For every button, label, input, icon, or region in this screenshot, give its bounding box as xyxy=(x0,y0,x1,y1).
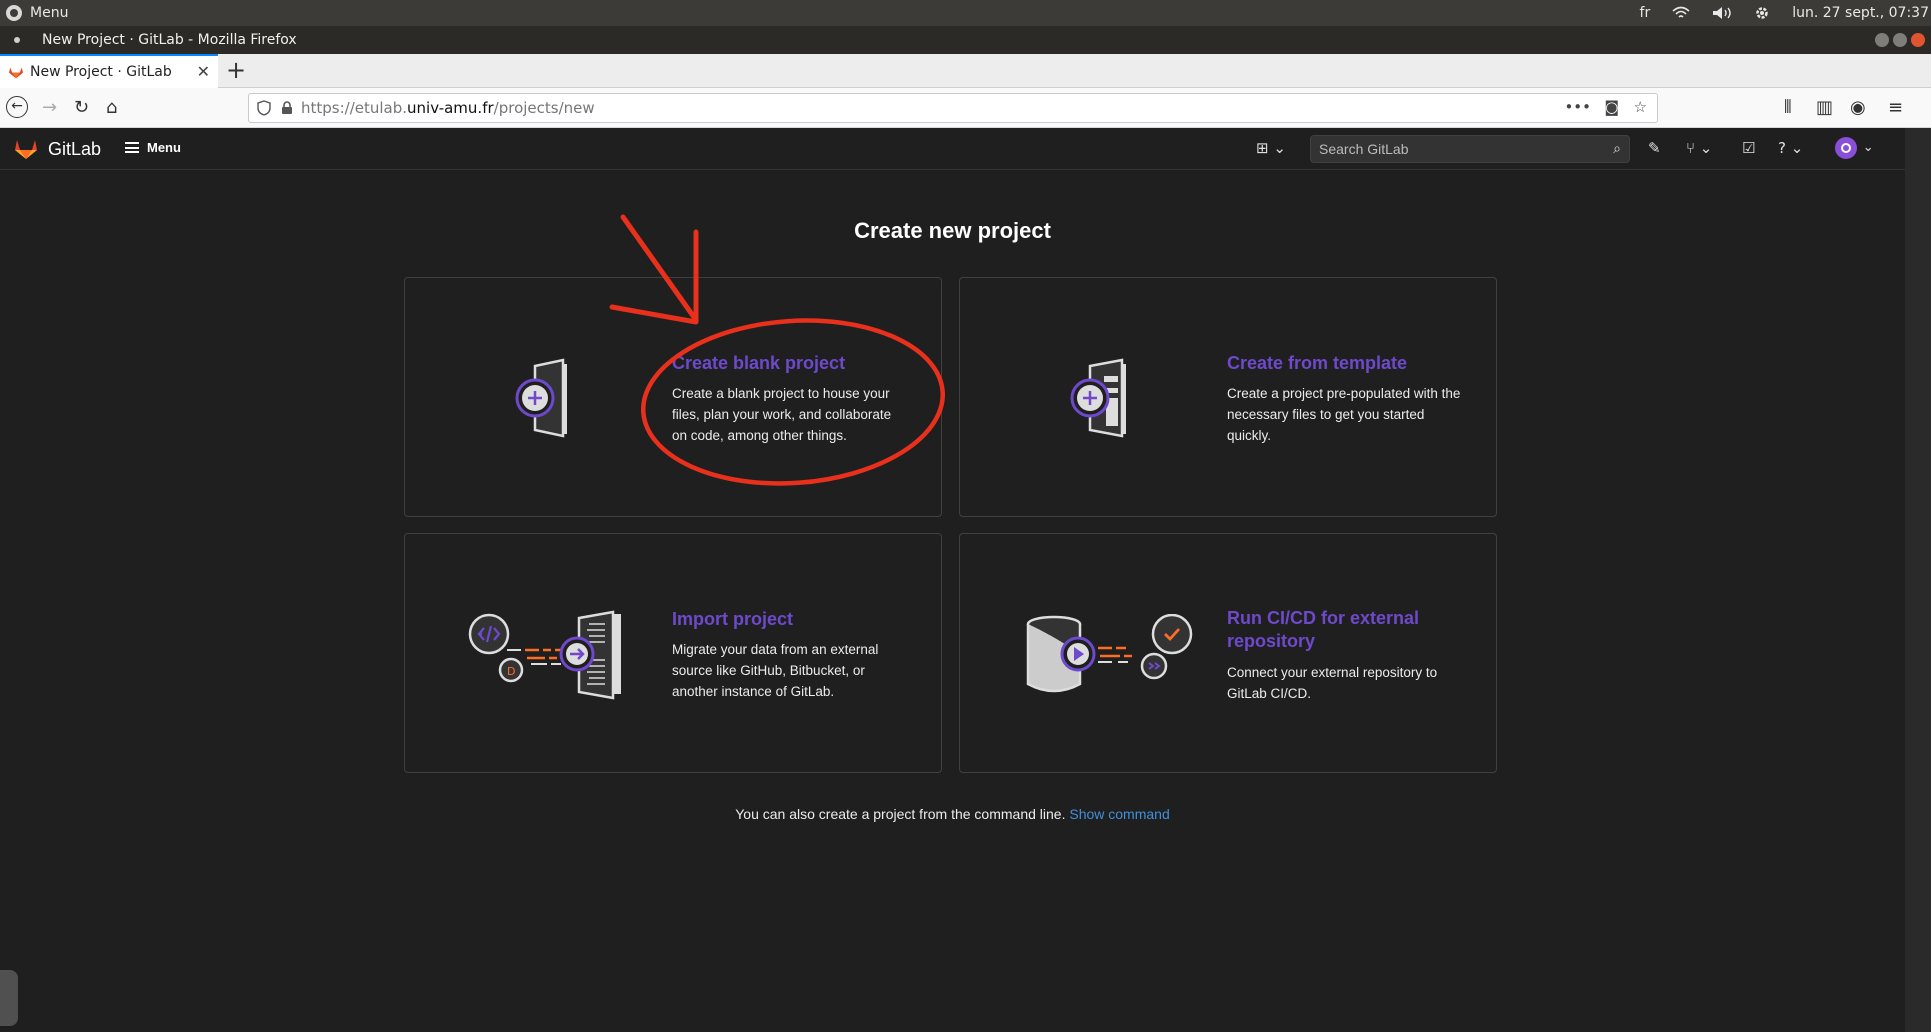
keyboard-layout-indicator[interactable]: fr xyxy=(1640,5,1651,21)
new-item-dropdown-icon[interactable]: ⊞ ⌄ xyxy=(1256,139,1286,157)
app-menu-icon[interactable]: ≡ xyxy=(1888,98,1903,118)
os-clock[interactable]: lun. 27 sept., 07:37 xyxy=(1792,5,1929,21)
template-project-icon xyxy=(1070,358,1126,438)
library-icon[interactable]: ⫴ xyxy=(1784,98,1792,118)
page-scrollbar[interactable] xyxy=(1905,128,1931,1032)
tab-close-icon[interactable]: ✕ xyxy=(197,62,210,81)
url-path: /projects/new xyxy=(493,99,595,117)
issues-icon[interactable]: ✎ xyxy=(1648,139,1661,157)
page-actions-icon[interactable]: ••• xyxy=(1564,98,1591,116)
bookmark-star-icon[interactable]: ☆ xyxy=(1634,98,1647,116)
gitlab-favicon-icon xyxy=(9,67,23,79)
merge-requests-icon[interactable]: ⑂ ⌄ xyxy=(1686,139,1712,157)
create-from-template-description: Create a project pre-populated with the … xyxy=(1227,386,1461,443)
command-line-text: You can also create a project from the c… xyxy=(735,806,1066,822)
svg-text:D: D xyxy=(507,665,515,678)
page-title: Create new project xyxy=(854,218,1051,243)
blank-project-icon xyxy=(515,358,567,438)
todos-icon[interactable]: ☑ xyxy=(1742,139,1755,157)
create-blank-project-title[interactable]: Create blank project xyxy=(672,352,845,375)
window-title-bar: New Project · GitLab - Mozilla Firefox xyxy=(0,26,1931,54)
url-bar[interactable]: https://etulab. univ-amu.fr/projects/new … xyxy=(248,93,1658,123)
maximize-button[interactable] xyxy=(1893,33,1907,47)
show-command-link[interactable]: Show command xyxy=(1069,806,1169,822)
search-icon: ⌕ xyxy=(1613,140,1621,156)
gitlab-search-input[interactable]: Search GitLab ⌕ xyxy=(1310,135,1630,163)
gitlab-menu-label: Menu xyxy=(147,140,181,155)
os-status-area: fr lun. 27 sept., 07:37 xyxy=(1640,0,1931,26)
window-menu-dot-icon[interactable] xyxy=(14,37,20,43)
minimize-button[interactable] xyxy=(1875,33,1889,47)
run-cicd-external-description: Connect your external repository to GitL… xyxy=(1227,665,1438,701)
import-project-title[interactable]: Import project xyxy=(672,608,793,631)
tab-gitlab-new-project[interactable]: New Project · GitLab ✕ xyxy=(0,54,218,88)
gitlab-home-link[interactable]: GitLab xyxy=(14,138,101,160)
create-from-template-card[interactable]: Create from template Create a project pr… xyxy=(959,277,1497,517)
tab-title: New Project · GitLab xyxy=(30,64,172,80)
tracking-shield-icon[interactable] xyxy=(257,100,271,116)
create-from-template-title[interactable]: Create from template xyxy=(1227,352,1407,375)
pocket-icon[interactable]: ◙ xyxy=(1604,98,1619,116)
gitlab-logo-icon xyxy=(15,140,37,159)
search-placeholder: Search GitLab xyxy=(1319,141,1409,157)
wifi-icon[interactable] xyxy=(1672,6,1690,20)
navigation-toolbar: ← → ↻ ⌂ https://etulab. univ-amu.fr/proje… xyxy=(0,88,1931,128)
cicd-external-icon xyxy=(1026,614,1193,693)
reload-button[interactable]: ↻ xyxy=(74,98,89,118)
url-host: univ-amu.fr xyxy=(407,99,494,117)
window-title: New Project · GitLab - Mozilla Firefox xyxy=(42,32,297,48)
gitlab-header: GitLab Menu ⊞ ⌄ Search GitLab ⌕ ✎ ⑂ ⌄ ☑ … xyxy=(0,128,1905,170)
os-top-bar: Menu fr lun. 27 sept., 07:37 xyxy=(0,0,1931,26)
os-menu-label[interactable]: Menu xyxy=(30,5,68,21)
hamburger-icon xyxy=(125,142,139,153)
sidebar-icon[interactable]: ▥ xyxy=(1816,98,1833,118)
import-project-icon: D xyxy=(468,610,621,700)
os-menu-icon[interactable] xyxy=(6,5,22,21)
back-button[interactable]: ← xyxy=(6,96,28,118)
new-tab-button[interactable]: + xyxy=(226,56,246,84)
settings-gear-icon[interactable] xyxy=(1754,5,1770,21)
import-project-description: Migrate your data from an external sourc… xyxy=(672,642,879,699)
dock-handle[interactable] xyxy=(0,970,18,1026)
gitlab-menu-button[interactable]: Menu xyxy=(125,140,181,155)
create-blank-project-card[interactable]: Create blank project Create a blank proj… xyxy=(404,277,942,517)
help-icon[interactable]: ? ⌄ xyxy=(1778,139,1803,157)
forward-button[interactable]: → xyxy=(42,98,57,118)
window-controls xyxy=(1875,33,1925,47)
tab-strip: New Project · GitLab ✕ + xyxy=(0,54,1931,88)
url-prefix: https://etulab. xyxy=(301,99,408,117)
import-project-card[interactable]: D Import project Migrate your data from … xyxy=(404,533,942,773)
padlock-icon[interactable] xyxy=(281,101,293,115)
avatar-icon xyxy=(1835,137,1857,159)
command-line-hint: You can also create a project from the c… xyxy=(0,806,1905,822)
user-avatar[interactable]: ⌄ xyxy=(1834,136,1874,164)
gitlab-brand-text: GitLab xyxy=(48,138,102,159)
volume-icon[interactable] xyxy=(1712,6,1732,20)
create-blank-project-description: Create a blank project to house your fil… xyxy=(672,386,892,443)
home-button[interactable]: ⌂ xyxy=(106,98,117,118)
run-cicd-external-card[interactable]: Run CI/CD for external repository Connec… xyxy=(959,533,1497,773)
account-icon[interactable]: ◉ xyxy=(1850,98,1866,118)
close-window-button[interactable] xyxy=(1911,33,1925,47)
run-cicd-external-title[interactable]: Run CI/CD for external repository xyxy=(1227,607,1477,653)
